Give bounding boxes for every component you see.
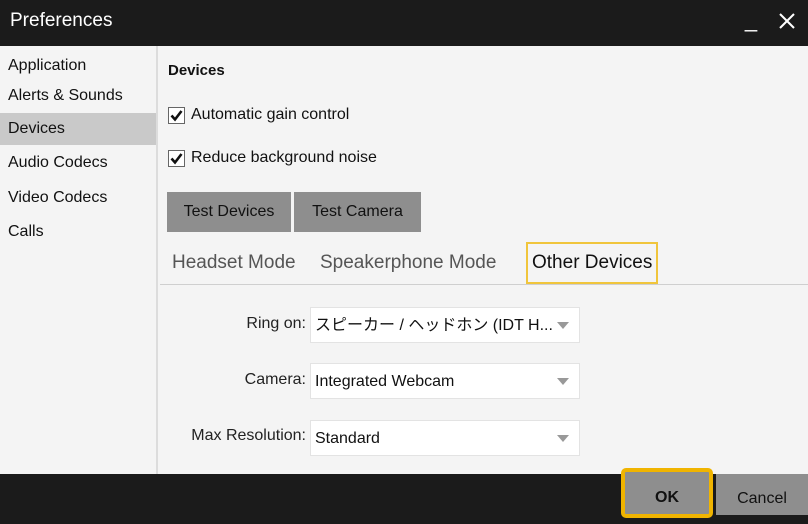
ring-on-dropdown[interactable]: スピーカー / ヘッドホン (IDT H... <box>310 307 580 343</box>
max-resolution-dropdown[interactable]: Standard <box>310 420 580 456</box>
checkbox-label: Reduce background noise <box>191 149 377 166</box>
checkbox-box <box>168 149 185 167</box>
reduce-background-noise-checkbox[interactable]: Reduce background noise <box>168 147 377 169</box>
sidebar-item-label: Devices <box>8 120 65 137</box>
devices-panel: Devices Automatic gain control Reduce ba… <box>160 46 808 474</box>
sidebar-item-label: Video Codecs <box>8 189 108 206</box>
test-camera-button[interactable]: Test Camera <box>294 192 421 232</box>
close-button[interactable] <box>772 4 802 36</box>
ok-button[interactable]: OK <box>621 468 713 518</box>
checkbox-label: Automatic gain control <box>191 106 350 123</box>
sidebar-item-devices[interactable]: Devices <box>0 113 156 145</box>
minimize-icon: _ <box>744 7 758 32</box>
tab-other-devices[interactable]: Other Devices <box>526 242 659 284</box>
test-devices-button[interactable]: Test Devices <box>167 192 291 232</box>
sidebar-item-audio-codecs[interactable]: Audio Codecs <box>0 147 156 179</box>
sidebar-item-calls[interactable]: Calls <box>0 216 156 248</box>
chevron-down-icon <box>557 322 569 329</box>
window-title: Preferences <box>10 10 113 31</box>
content-area: Application Alerts & Sounds Devices Audi… <box>0 46 808 474</box>
checkbox-box <box>168 106 185 124</box>
preferences-window: Preferences _ Application Alerts & Sound… <box>0 0 808 518</box>
dropdown-value: Integrated Webcam <box>315 373 455 390</box>
max-resolution-label: Max Resolution: <box>191 427 306 444</box>
minimize-button[interactable]: _ <box>738 4 764 36</box>
cancel-button[interactable]: Cancel <box>716 474 808 515</box>
chevron-down-icon <box>557 435 569 442</box>
sidebar-item-label: Alerts & Sounds <box>8 87 123 104</box>
chevron-down-icon <box>557 378 569 385</box>
sidebar-item-label: Calls <box>8 223 44 240</box>
ring-on-label: Ring on: <box>246 315 306 332</box>
sidebar: Application Alerts & Sounds Devices Audi… <box>0 46 158 474</box>
checkmark-icon <box>170 109 183 122</box>
sidebar-item-label: Audio Codecs <box>8 154 108 171</box>
sidebar-item-label: Application <box>8 57 87 74</box>
checkmark-icon <box>170 152 183 165</box>
close-icon <box>779 13 795 29</box>
dropdown-value: スピーカー / ヘッドホン (IDT H... <box>315 317 553 334</box>
dialog-footer: OK Cancel <box>0 468 808 518</box>
tab-headset-mode[interactable]: Headset Mode <box>172 242 296 284</box>
automatic-gain-control-checkbox[interactable]: Automatic gain control <box>168 104 349 126</box>
sidebar-item-application[interactable]: Application <box>0 50 156 82</box>
tab-speakerphone-mode[interactable]: Speakerphone Mode <box>320 242 496 284</box>
title-bar: Preferences _ <box>0 0 808 46</box>
sidebar-item-alerts-sounds[interactable]: Alerts & Sounds <box>0 80 156 112</box>
sidebar-item-video-codecs[interactable]: Video Codecs <box>0 182 156 214</box>
tab-divider <box>160 284 808 285</box>
camera-dropdown[interactable]: Integrated Webcam <box>310 363 580 399</box>
dropdown-value: Standard <box>315 430 380 447</box>
section-title: Devices <box>168 62 225 79</box>
camera-label: Camera: <box>244 371 306 388</box>
